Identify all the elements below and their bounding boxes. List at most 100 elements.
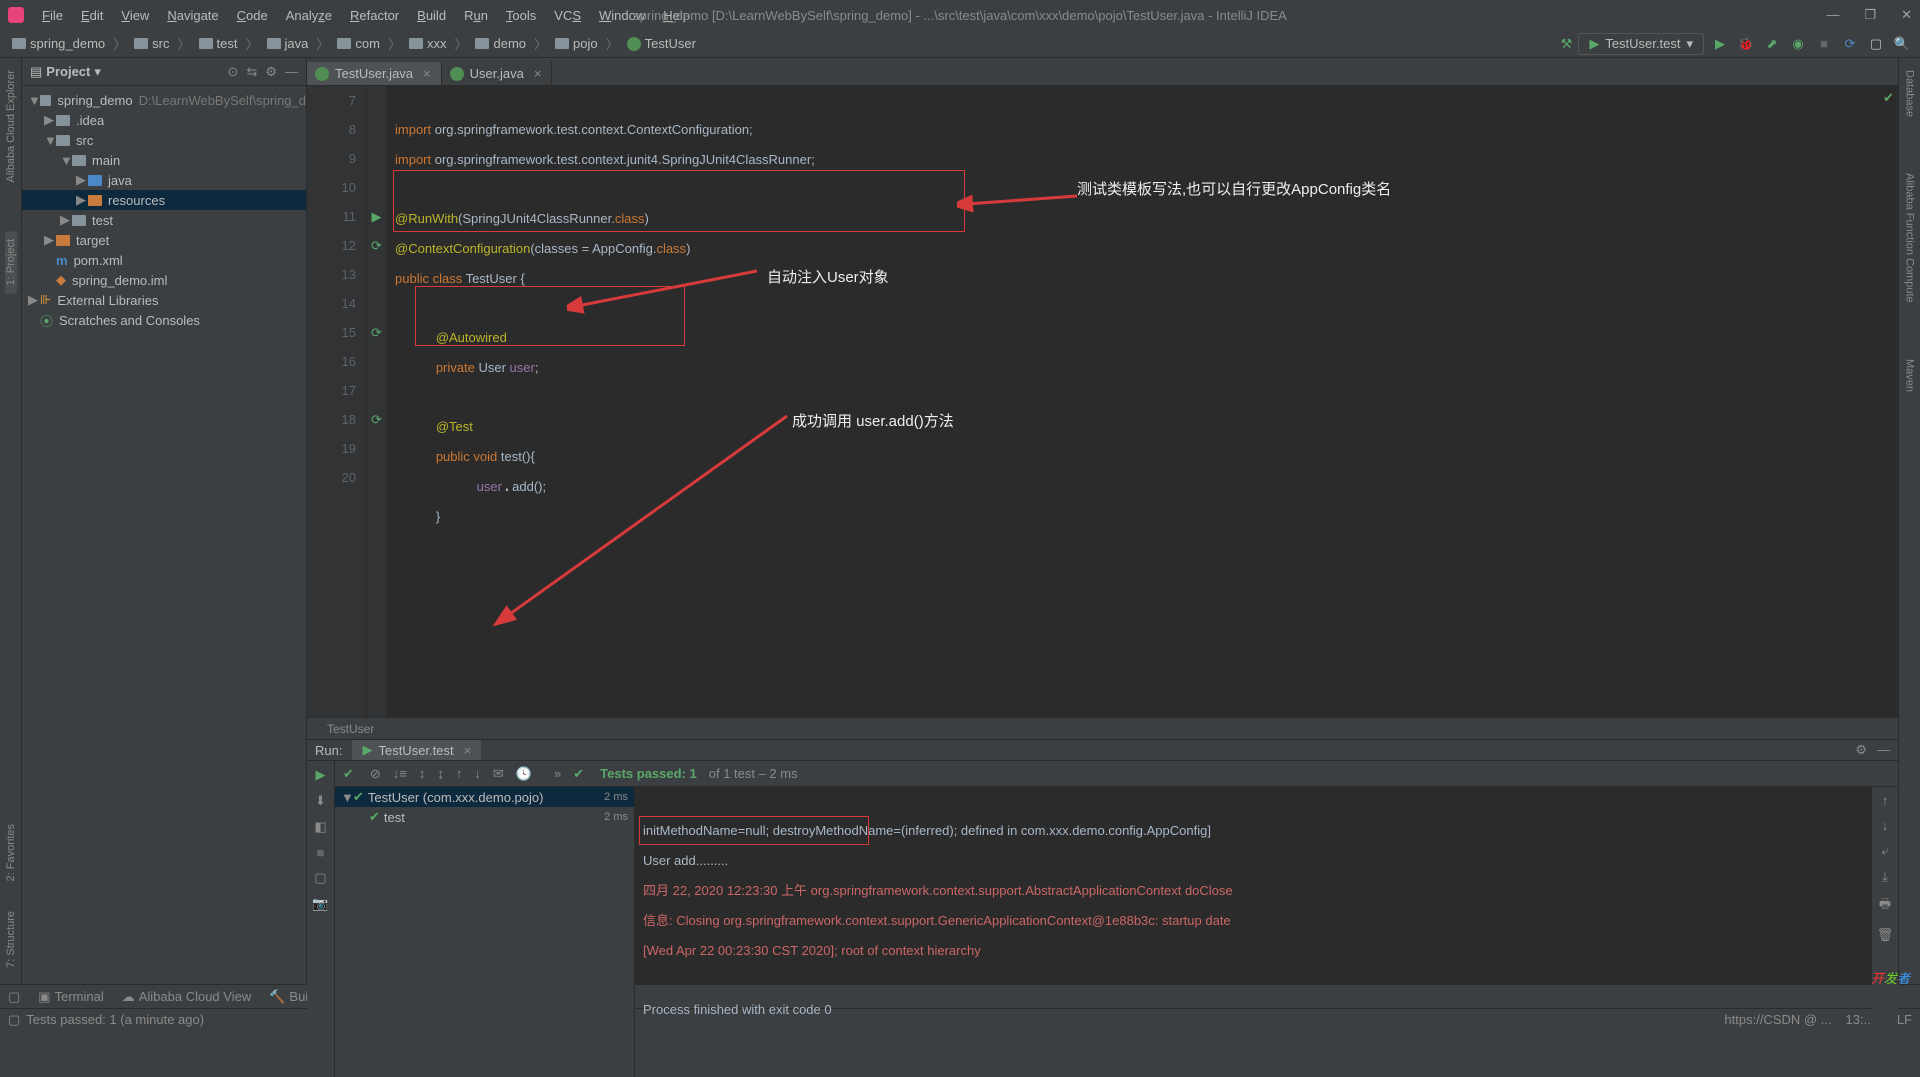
layout-icon[interactable]: ▢ (314, 870, 326, 886)
test-tree[interactable]: ▼✔TestUser (com.xxx.demo.pojo)2 ms✔test2… (335, 787, 635, 1077)
tab-alicloud-view[interactable]: ☁ Alibaba Cloud View (122, 989, 252, 1005)
tab-ali-function[interactable]: Alibaba Function Compute (1904, 165, 1916, 311)
project-tree[interactable]: ▼spring_demoD:\LearnWebBySelf\spring_d▶.… (22, 86, 306, 984)
search-everywhere-icon[interactable]: 🔍 (1892, 34, 1912, 54)
tree-row[interactable]: ▼src (22, 130, 306, 150)
up-icon[interactable]: ↑ (1882, 793, 1889, 808)
scroll-from-source-icon[interactable]: ⊙ (228, 64, 239, 80)
tab-project[interactable]: 1: Project (5, 231, 17, 293)
crumb-demo[interactable]: demo (471, 36, 530, 51)
collapse-all-icon[interactable]: ↨ (437, 766, 444, 781)
update-button[interactable]: ⟳ (1840, 34, 1860, 54)
camera-icon[interactable]: 📷 (312, 896, 328, 912)
crumb-test[interactable]: test (195, 36, 242, 51)
menu-build[interactable]: Build (409, 6, 454, 25)
profile-button[interactable]: ◉ (1788, 34, 1808, 54)
run-tab[interactable]: ▶ TestUser.test × (352, 740, 481, 760)
tree-row[interactable]: ⦿Scratches and Consoles (22, 310, 306, 330)
menu-refactor[interactable]: Refactor (342, 6, 407, 25)
show-passed-icon[interactable]: ✔ (343, 766, 354, 782)
print-icon[interactable]: 🖶 (1879, 895, 1891, 917)
editor-tab[interactable]: User.java× (442, 62, 553, 85)
tree-row[interactable]: ▶.idea (22, 110, 306, 130)
pin-icon[interactable]: ◧ (314, 819, 326, 835)
project-pane-title[interactable]: Project (46, 64, 90, 79)
rerun-button[interactable]: ▶ (316, 767, 326, 783)
chevron-down-icon[interactable]: ▾ (94, 64, 101, 80)
inspection-ok-icon[interactable]: ✔ (1883, 90, 1894, 106)
debug-button[interactable]: 🐞 (1736, 34, 1756, 54)
settings-gear-icon[interactable]: ⚙ (1855, 742, 1867, 758)
hide-icon[interactable]: — (1877, 742, 1890, 758)
next-icon[interactable]: ↓ (474, 766, 481, 781)
crumb-java[interactable]: java (263, 36, 313, 51)
menu-vcs[interactable]: VCS (546, 6, 589, 25)
run-config-dropdown[interactable]: ▶ TestUser.test ▾ (1578, 33, 1704, 55)
tab-maven[interactable]: Maven (1904, 351, 1916, 400)
tree-row[interactable]: mpom.xml (22, 250, 306, 270)
collapse-all-icon[interactable]: ⇆ (246, 64, 257, 80)
menu-tools[interactable]: Tools (498, 6, 544, 25)
menu-file[interactable]: File (34, 6, 71, 25)
menu-code[interactable]: Code (229, 6, 276, 25)
sort-icon[interactable]: ↓≡ (393, 766, 407, 781)
tree-row[interactable]: ▼spring_demoD:\LearnWebBySelf\spring_d (22, 90, 306, 110)
favorites-tab[interactable]: 2: Favorites (5, 816, 17, 889)
run-line-marker-icon[interactable]: ⟳ (367, 405, 386, 434)
clear-icon[interactable]: 🗑 (1877, 927, 1894, 943)
tree-row[interactable]: ▶resources (22, 190, 306, 210)
run-button[interactable]: ▶ (1710, 34, 1730, 54)
prev-icon[interactable]: ↑ (456, 766, 463, 781)
menu-view[interactable]: View (113, 6, 157, 25)
tree-row[interactable]: ◆spring_demo.iml (22, 270, 306, 290)
run-line-marker-icon[interactable]: ▶ (367, 202, 386, 231)
coverage-button[interactable]: ⬈ (1762, 34, 1782, 54)
tree-row[interactable]: ▶java (22, 170, 306, 190)
layout-button[interactable]: ▢ (1866, 34, 1886, 54)
tree-row[interactable]: ▶test (22, 210, 306, 230)
close-tab-icon[interactable]: × (534, 66, 542, 81)
menu-navigate[interactable]: Navigate (159, 6, 226, 25)
minimize-icon[interactable]: — (1826, 7, 1839, 23)
crumb-com[interactable]: com (333, 36, 384, 51)
toggle-auto-test-icon[interactable]: ⬇ (315, 793, 326, 809)
menu-run[interactable]: Run (456, 6, 496, 25)
settings-gear-icon[interactable]: ⚙ (265, 64, 277, 80)
tab-alibaba-explorer[interactable]: Alibaba Cloud Explorer (5, 62, 17, 191)
maximize-icon[interactable]: ❐ (1864, 7, 1876, 23)
crumb-spring-demo[interactable]: spring_demo (8, 36, 109, 51)
scroll-end-icon[interactable]: ⤓ (1882, 869, 1888, 885)
export-icon[interactable]: ✉ (493, 766, 504, 782)
run-line-marker-icon[interactable]: ⟳ (367, 318, 386, 347)
hide-icon[interactable]: — (285, 64, 298, 80)
test-row[interactable]: ✔test2 ms (335, 807, 634, 827)
console-output[interactable]: initMethodName=null; destroyMethodName=(… (635, 787, 1872, 1077)
crumb-xxx[interactable]: xxx (405, 36, 451, 51)
tree-row[interactable]: ▶⊪External Libraries (22, 290, 306, 310)
history-icon[interactable]: 🕓 (516, 766, 532, 782)
close-icon[interactable]: × (464, 743, 472, 758)
structure-tab[interactable]: 7: Structure (5, 903, 17, 976)
editor-tab[interactable]: TestUser.java× (307, 62, 442, 85)
soft-wrap-icon[interactable]: ⤶ (1881, 843, 1888, 859)
tree-row[interactable]: ▶target (22, 230, 306, 250)
stop-button[interactable]: ■ (1814, 34, 1834, 54)
expand-all-icon[interactable]: ↕ (419, 766, 426, 781)
stop-button[interactable]: ■ (317, 845, 325, 860)
build-hammer-icon[interactable]: ⚒ (1561, 36, 1573, 52)
run-line-marker-icon[interactable]: ⟳ (367, 231, 386, 260)
test-row[interactable]: ▼✔TestUser (com.xxx.demo.pojo)2 ms (335, 787, 634, 807)
menu-edit[interactable]: Edit (73, 6, 111, 25)
tab-terminal[interactable]: ▣ Terminal (38, 989, 103, 1005)
editor-breadcrumb[interactable]: TestUser (307, 717, 1898, 739)
show-ignored-icon[interactable]: ⊘ (370, 766, 381, 782)
tree-row[interactable]: ▼main (22, 150, 306, 170)
tab-database[interactable]: Database (1904, 62, 1916, 125)
menu-analyze[interactable]: Analyze (278, 6, 340, 25)
down-icon[interactable]: ↓ (1882, 818, 1889, 833)
crumb-testuser[interactable]: TestUser (623, 36, 700, 51)
crumb-pojo[interactable]: pojo (551, 36, 602, 51)
crumb-src[interactable]: src (130, 36, 173, 51)
close-icon[interactable]: ✕ (1901, 7, 1912, 23)
close-tab-icon[interactable]: × (423, 66, 431, 81)
